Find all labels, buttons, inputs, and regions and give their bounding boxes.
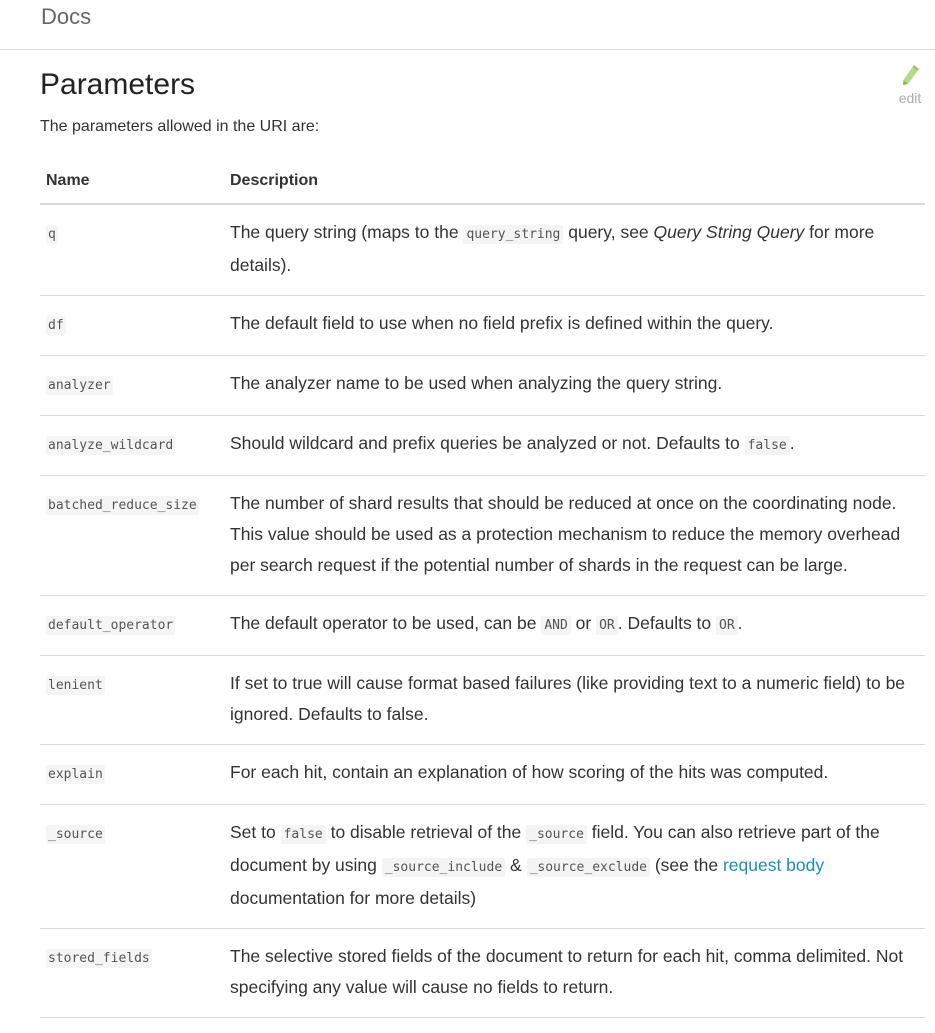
description-text: query, see xyxy=(563,222,654,242)
param-name: _source xyxy=(46,825,105,844)
param-name: q xyxy=(46,225,58,244)
param-description: The default field to use when no field p… xyxy=(224,295,925,356)
inline-code: OR xyxy=(716,616,738,635)
param-name-cell: stored_fields xyxy=(40,928,224,1018)
parameters-table: Name Description q The query string (maps… xyxy=(40,158,925,1018)
description-text: The default operator to be used, can be xyxy=(230,613,542,633)
param-name-cell: batched_reduce_size xyxy=(40,475,224,596)
param-name-cell: explain xyxy=(40,744,224,805)
param-description: The analyzer name to be used when analyz… xyxy=(224,355,925,416)
description-text: (see the xyxy=(649,855,723,875)
param-description: If set to true will cause format based f… xyxy=(224,655,925,745)
table-row: analyze_wildcard Should wildcard and pref… xyxy=(40,415,925,476)
inline-code: false xyxy=(280,825,326,844)
inline-code: false xyxy=(744,436,790,455)
emphasis-text: Query String Query xyxy=(653,222,805,242)
table-row: lenient If set to true will cause format … xyxy=(40,655,925,745)
param-description: The query string (maps to the query_stri… xyxy=(224,204,925,296)
description-text: to disable retrieval of the xyxy=(325,822,527,842)
param-description: Set to false to disable retrieval of the… xyxy=(224,804,925,929)
inline-code: OR xyxy=(596,616,618,635)
table-header-row: Name Description xyxy=(40,158,925,205)
description-text: The number of shard results that should … xyxy=(230,493,901,575)
param-description: The selective stored fields of the docum… xyxy=(224,928,925,1018)
description-text: For each hit, contain an explanation of … xyxy=(230,762,829,782)
pencil-icon xyxy=(903,65,919,85)
inline-code: query_string xyxy=(463,225,564,244)
description-text: The default field to use when no field p… xyxy=(230,313,774,333)
table-row: explain For each hit, contain an explanat… xyxy=(40,744,925,805)
param-name: explain xyxy=(46,765,105,784)
param-name: analyzer xyxy=(46,376,113,395)
param-description: Should wildcard and prefix queries be an… xyxy=(224,415,925,476)
param-description: For each hit, contain an explanation of … xyxy=(224,744,925,805)
param-description: The number of shard results that should … xyxy=(224,475,925,596)
description-text: documentation for more details) xyxy=(230,888,477,908)
param-name: lenient xyxy=(46,676,105,695)
param-name-cell: df xyxy=(40,295,224,356)
table-row: df The default field to use when no field… xyxy=(40,295,925,356)
description-text: & xyxy=(505,855,527,875)
param-name: batched_reduce_size xyxy=(46,496,199,515)
table-row: batched_reduce_size The number of shard r… xyxy=(40,475,925,596)
description-text: Should wildcard and prefix queries be an… xyxy=(230,433,745,453)
description-text: . xyxy=(789,433,795,453)
param-name: df xyxy=(46,316,66,335)
breadcrumb[interactable]: Docs xyxy=(41,4,91,30)
description-text: . Defaults to xyxy=(617,613,717,633)
column-header-name: Name xyxy=(40,158,224,205)
description-text: The selective stored fields of the docum… xyxy=(230,946,904,997)
param-name-cell: q xyxy=(40,204,224,296)
param-description: The default operator to be used, can be … xyxy=(224,595,925,656)
inline-code: AND xyxy=(541,616,571,635)
table-row: _source Set to false to disable retrieval… xyxy=(40,804,925,929)
param-name: stored_fields xyxy=(46,949,152,968)
description-text: . xyxy=(737,613,743,633)
table-row: analyzer The analyzer name to be used whe… xyxy=(40,355,925,416)
description-text: The analyzer name to be used when analyz… xyxy=(230,373,723,393)
description-text: If set to true will cause format based f… xyxy=(230,673,906,724)
inline-code: _source_exclude xyxy=(526,858,650,877)
param-name-cell: lenient xyxy=(40,655,224,745)
column-header-description: Description xyxy=(224,158,925,205)
param-name: analyze_wildcard xyxy=(46,436,176,455)
table-row: q The query string (maps to the query_str… xyxy=(40,204,925,296)
param-name-cell: analyzer xyxy=(40,355,224,416)
description-text: or xyxy=(570,613,597,633)
param-name-cell: analyze_wildcard xyxy=(40,415,224,476)
request-body-link[interactable]: request body xyxy=(723,855,824,875)
param-name-cell: default_operator xyxy=(40,595,224,656)
description-text: Set to xyxy=(230,822,281,842)
description-text: The query string (maps to the xyxy=(230,222,464,242)
table-row: stored_fields The selective stored fields… xyxy=(40,928,925,1018)
header-divider xyxy=(0,49,935,50)
param-name: default_operator xyxy=(46,616,176,635)
inline-code: _source xyxy=(526,825,587,844)
page-title: Parameters xyxy=(40,68,196,101)
param-name-cell: _source xyxy=(40,804,224,929)
edit-label[interactable]: edit xyxy=(893,90,927,106)
intro-text: The parameters allowed in the URI are: xyxy=(40,118,320,135)
inline-code: _source_include xyxy=(381,858,506,877)
table-row: default_operator The default operator to … xyxy=(40,595,925,656)
edit-button[interactable]: edit xyxy=(893,63,927,106)
